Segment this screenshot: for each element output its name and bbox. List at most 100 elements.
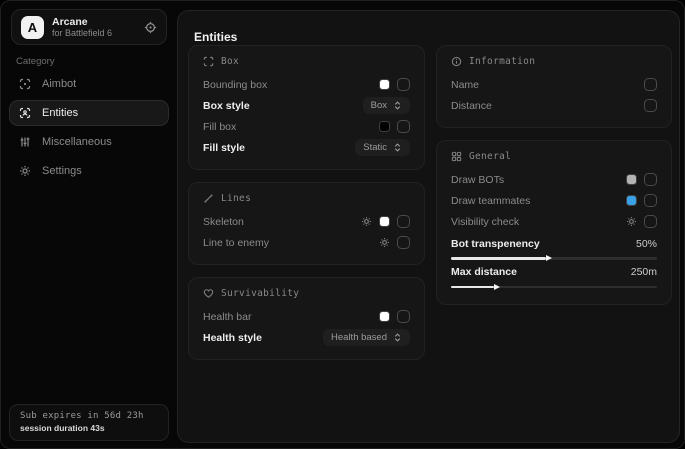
row-label: Name: [451, 79, 637, 91]
sidebar-item-label: Miscellaneous: [42, 136, 112, 148]
sidebar-item-settings[interactable]: Settings: [9, 158, 169, 184]
chevron-up-down-icon: [393, 143, 402, 152]
sidebar-item-label: Settings: [42, 165, 82, 177]
panel-title: Survivability: [221, 288, 299, 299]
row-label: Health bar: [203, 311, 372, 323]
information-panel: Information Name Distance: [436, 45, 672, 128]
max-distance-group: Max distance 250m: [451, 265, 657, 289]
name-checkbox[interactable]: [644, 78, 657, 91]
slider-value: 250m: [631, 266, 657, 278]
fill-box-checkbox[interactable]: [397, 120, 410, 133]
panel-title: Box: [221, 56, 239, 67]
bounding-box-checkbox[interactable]: [397, 78, 410, 91]
chevron-up-down-icon: [393, 101, 402, 110]
row-label: Fill style: [203, 142, 348, 154]
sidebar-item-aimbot[interactable]: Aimbot: [9, 71, 169, 97]
box-style-row: Box style Box: [203, 95, 410, 116]
left-column: Box Bounding box Box style Box: [188, 45, 425, 360]
health-style-dropdown[interactable]: Health based: [323, 329, 410, 346]
slider-fill: [451, 257, 546, 260]
sub-expires-text: Sub expires in 56d 23h: [20, 411, 158, 421]
misc-sliders-icon: [19, 136, 31, 148]
skeleton-checkbox[interactable]: [397, 215, 410, 228]
health-bar-row: Health bar: [203, 306, 410, 327]
fill-style-dropdown[interactable]: Static: [355, 139, 410, 156]
info-icon: [451, 56, 462, 67]
health-style-row: Health style Health based: [203, 327, 410, 348]
sidebar-nav: Aimbot Entities Miscellaneous Settings: [9, 71, 169, 184]
box-corners-icon: [203, 56, 214, 67]
sidebar-item-entities[interactable]: Entities: [9, 100, 169, 126]
distance-checkbox[interactable]: [644, 99, 657, 112]
color-swatch[interactable]: [379, 216, 390, 227]
box-panel: Box Bounding box Box style Box: [188, 45, 425, 170]
row-label: Distance: [451, 100, 637, 112]
slider-label: Max distance: [451, 266, 631, 278]
heart-icon: [203, 288, 214, 299]
row-label: Draw BOTs: [451, 174, 619, 186]
max-distance-slider[interactable]: [451, 286, 657, 289]
visibility-check-row: Visibility check: [451, 211, 657, 232]
panel-title: Lines: [221, 193, 251, 204]
slider-value: 50%: [636, 238, 657, 250]
chevron-up-down-icon: [393, 333, 402, 342]
brand-subtitle: for Battlefield 6: [52, 28, 112, 38]
row-label: Draw teammates: [451, 195, 619, 207]
distance-row: Distance: [451, 95, 657, 116]
lines-panel: Lines Skeleton Line to enemy: [188, 182, 425, 265]
health-bar-checkbox[interactable]: [397, 310, 410, 323]
row-label: Health style: [203, 332, 316, 344]
color-swatch[interactable]: [379, 311, 390, 322]
bot-transparency-group: Bot transpenency 50%: [451, 236, 657, 260]
gear-icon: [19, 165, 31, 177]
settings-gear-icon[interactable]: [626, 216, 637, 227]
draw-teammates-row: Draw teammates: [451, 190, 657, 211]
color-swatch[interactable]: [626, 174, 637, 185]
settings-gear-icon[interactable]: [361, 216, 372, 227]
row-label: Box style: [203, 100, 356, 112]
right-column: Information Name Distance General: [436, 45, 672, 305]
category-label: Category: [16, 56, 55, 67]
draw-teammates-checkbox[interactable]: [644, 194, 657, 207]
bounding-box-row: Bounding box: [203, 74, 410, 95]
draw-bots-checkbox[interactable]: [644, 173, 657, 186]
slider-fill: [451, 286, 494, 289]
line-to-enemy-checkbox[interactable]: [397, 236, 410, 249]
sidebar-item-label: Aimbot: [42, 78, 76, 90]
crosshair-icon[interactable]: [144, 21, 157, 34]
sidebar-item-miscellaneous[interactable]: Miscellaneous: [9, 129, 169, 155]
survivability-panel: Survivability Health bar Health style He…: [188, 277, 425, 360]
bot-transparency-slider[interactable]: [451, 257, 657, 260]
box-style-dropdown[interactable]: Box: [363, 97, 410, 114]
dropdown-value: Health based: [331, 332, 387, 343]
page-title: Entities: [194, 30, 237, 44]
fill-box-row: Fill box: [203, 116, 410, 137]
panel-title: Information: [469, 56, 535, 67]
general-panel: General Draw BOTs Draw teammates Visibil…: [436, 140, 672, 305]
slider-label: Bot transpenency: [451, 238, 636, 250]
color-swatch[interactable]: [379, 121, 390, 132]
settings-gear-icon[interactable]: [379, 237, 390, 248]
sidebar-item-label: Entities: [42, 107, 78, 119]
row-label: Bounding box: [203, 79, 372, 91]
row-label: Line to enemy: [203, 237, 372, 249]
line-to-enemy-row: Line to enemy: [203, 232, 410, 253]
name-row: Name: [451, 74, 657, 95]
color-swatch[interactable]: [379, 79, 390, 90]
grid-icon: [451, 151, 462, 162]
skeleton-row: Skeleton: [203, 211, 410, 232]
main-panel: Entities Box Bounding box Box style: [177, 10, 680, 443]
brand-name: Arcane: [52, 16, 112, 28]
app-window: A Arcane for Battlefield 6 Category Aimb…: [0, 0, 685, 449]
row-label: Visibility check: [451, 216, 619, 228]
dropdown-value: Static: [363, 142, 387, 153]
brand-card: A Arcane for Battlefield 6: [11, 9, 167, 45]
visibility-check-checkbox[interactable]: [644, 215, 657, 228]
sidebar: A Arcane for Battlefield 6 Category Aimb…: [1, 1, 177, 448]
entities-scan-icon: [19, 107, 31, 119]
dropdown-value: Box: [371, 100, 387, 111]
color-swatch[interactable]: [626, 195, 637, 206]
line-icon: [203, 193, 214, 204]
draw-bots-row: Draw BOTs: [451, 169, 657, 190]
subscription-card: Sub expires in 56d 23h session duration …: [9, 404, 169, 441]
